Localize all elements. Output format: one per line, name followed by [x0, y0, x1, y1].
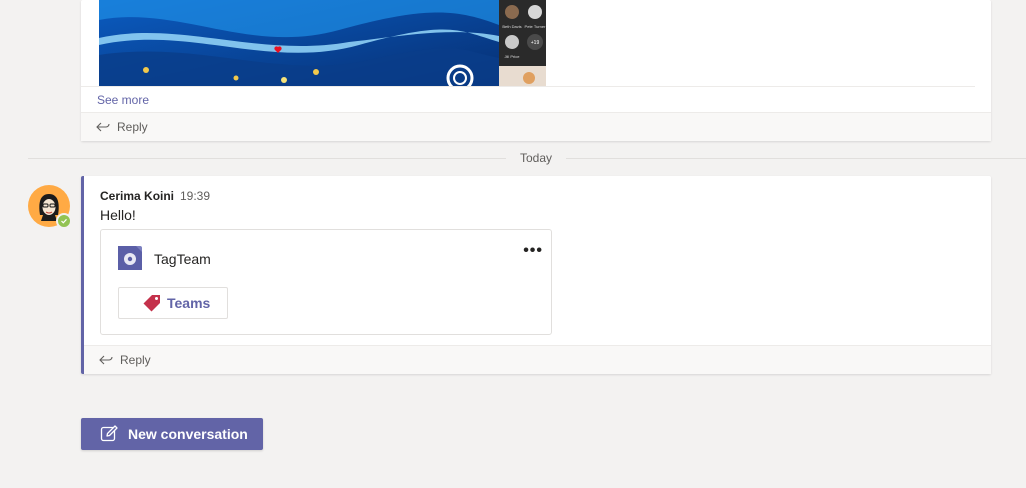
participant-name-1: Beth Davis: [502, 24, 522, 29]
reply-arrow-icon: [99, 355, 113, 365]
participant-name-2: Pete Turner: [524, 24, 546, 29]
wave-background-image: [99, 0, 499, 86]
reply-arrow-icon: [96, 122, 110, 132]
see-more-link[interactable]: See more: [97, 93, 149, 107]
participant-name-3: Jill Price: [504, 54, 520, 59]
message-timestamp: 19:39: [180, 189, 211, 203]
tagteam-app-icon: [118, 246, 142, 270]
adaptive-card: TagTeam ••• Teams: [100, 229, 552, 335]
presence-available-icon: [56, 213, 72, 229]
tag-button-teams[interactable]: Teams: [118, 287, 228, 319]
conversation-card: Cerima Koini 19:39 Hello! TagTeam ••• Te…: [81, 176, 991, 374]
message-text: Hello!: [100, 207, 136, 223]
avatar[interactable]: [28, 185, 72, 229]
tag-label: Teams: [167, 295, 211, 311]
participant-overflow-count: +19: [530, 40, 540, 46]
new-conversation-button[interactable]: New conversation: [81, 418, 263, 450]
day-divider-label: Today: [506, 151, 567, 165]
meeting-recording-thumbnail[interactable]: Beth Davis Pete Turner Jill Price +19: [99, 0, 546, 86]
reply-label: Reply: [117, 120, 148, 134]
reply-bar[interactable]: Reply: [84, 345, 991, 374]
tag-icon: [143, 295, 160, 312]
message-author[interactable]: Cerima Koini: [100, 189, 174, 203]
divider-line: [81, 86, 975, 87]
reply-label: Reply: [120, 353, 151, 367]
compose-icon: [100, 425, 118, 442]
conversation-card-previous: Beth Davis Pete Turner Jill Price +19 Se…: [81, 0, 991, 141]
app-name: TagTeam: [154, 251, 211, 267]
reply-bar[interactable]: Reply: [81, 112, 991, 141]
new-conversation-label: New conversation: [128, 426, 248, 442]
more-options-icon[interactable]: •••: [523, 242, 543, 260]
